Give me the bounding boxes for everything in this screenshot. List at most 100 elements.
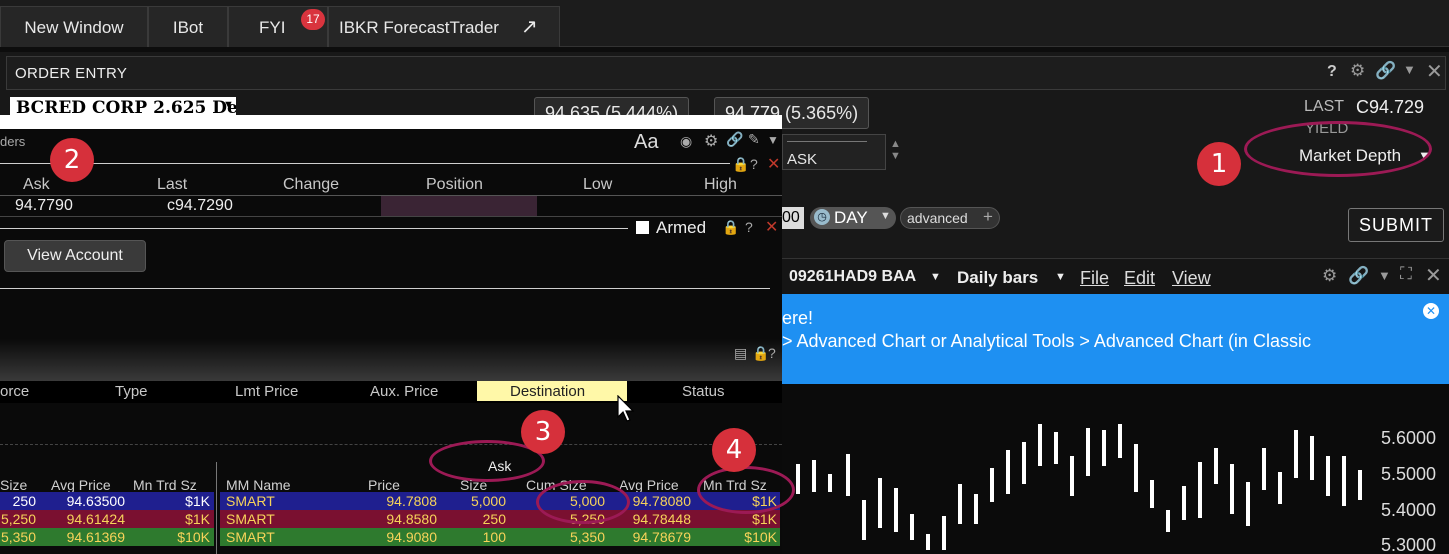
bid-avg-price: 94.61369 <box>66 529 125 545</box>
view-account-button[interactable]: View Account <box>4 240 146 272</box>
bid-avg-price: 94.61424 <box>66 511 125 527</box>
column-header-position[interactable]: Position <box>426 176 483 194</box>
help-icon[interactable]: ? <box>768 345 776 361</box>
divider <box>0 216 782 217</box>
ask-row[interactable]: SMART 94.8580 250 5,250 94.78448 $1K <box>220 510 780 528</box>
link-icon[interactable]: 🔗 <box>726 131 743 148</box>
callout-badge-1: 1 <box>1197 142 1241 186</box>
chevron-down-icon[interactable]: ▼ <box>767 133 779 147</box>
tab-label: IBKR ForecastTrader <box>339 18 499 37</box>
candle <box>1006 450 1010 494</box>
candle <box>846 454 850 496</box>
quantity-field[interactable]: 00 <box>782 207 804 229</box>
tab-forecast-trader[interactable]: IBKR ForecastTrader ↗ <box>328 6 560 47</box>
ask-size: 250 <box>482 511 506 527</box>
ask-size: 100 <box>482 529 506 545</box>
ask-price: 94.9080 <box>386 529 437 545</box>
pin-icon[interactable]: ✎ <box>748 131 760 148</box>
tif-value: DAY <box>834 208 868 227</box>
column-header-tif[interactable]: orce <box>0 383 29 400</box>
document-icon[interactable]: ▤ <box>734 345 747 362</box>
bid-row[interactable]: 5,350 94.61369 $10K <box>0 528 214 546</box>
close-icon[interactable]: ✕ <box>765 217 778 237</box>
bid-avg-price: 94.63500 <box>66 493 125 509</box>
tab-label: IBot <box>172 18 204 37</box>
banner-text-line-1: ere! <box>782 308 814 328</box>
ask-row[interactable]: SMART 94.9080 100 5,350 94.78679 $10K <box>220 528 780 546</box>
lock-icon[interactable]: 🔒 <box>722 219 739 236</box>
chevron-down-icon[interactable]: ▼ <box>930 271 941 283</box>
y-tick-label: 5.5000 <box>1381 464 1437 484</box>
chevron-down-icon[interactable]: ▼ <box>1403 62 1416 77</box>
submit-button[interactable]: SUBMIT <box>1348 208 1444 242</box>
font-size-button[interactable]: Aa <box>634 131 658 154</box>
column-header-status[interactable]: Status <box>682 383 725 400</box>
link-icon[interactable]: 🔗 <box>1375 61 1396 81</box>
column-header-lmt-price[interactable]: Lmt Price <box>235 383 298 400</box>
armed-checkbox[interactable] <box>636 221 649 234</box>
close-icon[interactable]: ✕ <box>1423 303 1439 319</box>
window-title: ders <box>0 134 26 149</box>
column-header-high[interactable]: High <box>704 176 737 194</box>
gear-icon[interactable]: ⚙ <box>704 131 718 151</box>
candle <box>926 534 930 550</box>
help-icon[interactable]: ? <box>1327 63 1337 81</box>
candlestick-chart[interactable] <box>782 384 1449 554</box>
close-icon[interactable]: ✕ <box>1425 263 1442 288</box>
menu-file[interactable]: File <box>1080 268 1109 289</box>
candle <box>796 464 800 494</box>
tab-new-window[interactable]: New Window <box>0 6 148 47</box>
chat-icon[interactable]: ◉ <box>680 133 692 150</box>
column-header-low[interactable]: Low <box>583 176 612 194</box>
orders-header-row: orce Type Lmt Price Aux. Price Destinati… <box>0 381 782 403</box>
column-header-change[interactable]: Change <box>283 176 339 194</box>
close-icon[interactable]: ✕ <box>767 154 780 174</box>
clock-icon: ◷ <box>814 209 830 225</box>
symbol-dropdown-icon[interactable]: ▼ <box>223 99 234 111</box>
column-header-destination[interactable]: Destination <box>477 381 627 401</box>
column-header-aux-price[interactable]: Aux. Price <box>370 383 438 400</box>
bid-size: 5,350 <box>0 529 36 545</box>
ask-value: 94.7790 <box>15 197 73 214</box>
column-header-ask[interactable]: Ask <box>23 176 50 194</box>
chart-symbol[interactable]: 09261HAD9 BAA <box>789 268 916 286</box>
spinner-icon[interactable]: ▲ ▼ <box>890 138 901 162</box>
link-icon[interactable]: 🔗 <box>1348 266 1369 286</box>
menu-view[interactable]: View <box>1172 268 1211 289</box>
advanced-label: advanced <box>907 210 968 226</box>
candle <box>1134 444 1138 492</box>
help-icon[interactable]: ? <box>750 156 758 172</box>
chevron-down-icon[interactable]: ▼ <box>1055 271 1066 283</box>
chevron-down-icon[interactable]: ▼ <box>1378 268 1391 283</box>
candle <box>1038 424 1042 466</box>
bar-type-select[interactable]: Daily bars <box>957 268 1038 288</box>
advanced-button[interactable]: advanced + <box>900 207 1000 229</box>
close-icon[interactable]: ✕ <box>1426 59 1443 84</box>
candle <box>1326 456 1330 496</box>
plus-icon: + <box>983 207 993 226</box>
help-icon[interactable]: ? <box>745 219 753 235</box>
last-value: c94.7290 <box>167 197 233 214</box>
ask-row[interactable]: SMART 94.7808 5,000 5,000 94.78080 $1K <box>220 492 780 510</box>
bid-row[interactable]: 5,250 94.61424 $1K <box>0 510 214 528</box>
bid-row[interactable]: 250 94.63500 $1K <box>0 492 214 510</box>
dashed-divider <box>0 444 782 445</box>
expand-icon[interactable]: ⛶ <box>1400 264 1412 284</box>
tif-select[interactable]: ◷ DAY ▼ <box>810 207 896 229</box>
column-header-type[interactable]: Type <box>115 383 148 400</box>
last-value: C94.729 <box>1356 97 1425 117</box>
action-select[interactable]: ASK <box>782 134 886 170</box>
column-header-last[interactable]: Last <box>157 176 187 194</box>
candle <box>878 478 882 528</box>
candle <box>910 514 914 540</box>
lock-icon[interactable]: 🔒 <box>732 156 749 173</box>
gear-icon[interactable]: ⚙ <box>1350 61 1365 81</box>
ask-header-size: Size <box>460 477 488 493</box>
tab-ibot[interactable]: IBot <box>148 6 228 47</box>
menu-edit[interactable]: Edit <box>1124 268 1155 289</box>
bid-header-avg-price: Avg Price <box>51 477 111 493</box>
candle <box>1214 448 1218 484</box>
callout-oval-1 <box>1244 121 1432 177</box>
lock-icon[interactable]: 🔒 <box>752 345 769 362</box>
gear-icon[interactable]: ⚙ <box>1322 266 1337 286</box>
